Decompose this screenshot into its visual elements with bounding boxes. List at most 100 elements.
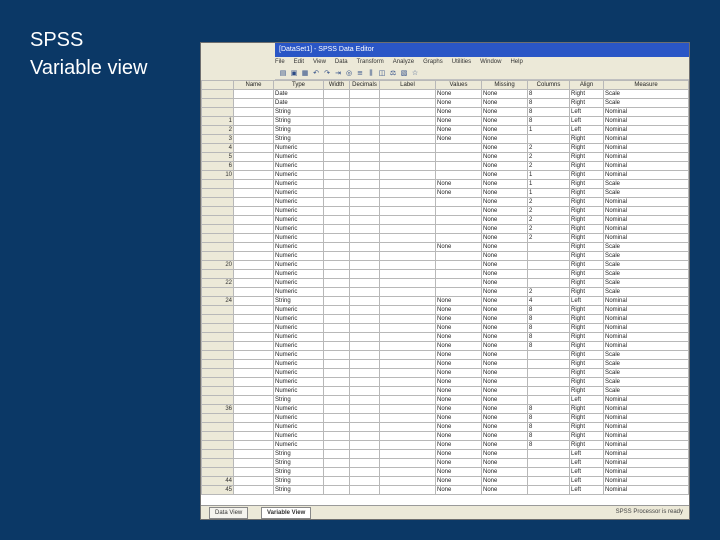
grid-cell[interactable] [323, 206, 350, 216]
grid-cell[interactable]: Right [569, 260, 604, 270]
grid-cell[interactable] [435, 260, 482, 270]
grid-cell[interactable]: Scale [603, 89, 689, 99]
row-number[interactable] [201, 359, 234, 369]
grid-cell[interactable]: Numeric [273, 197, 324, 207]
grid-cell[interactable]: Scale [603, 278, 689, 288]
grid-cell[interactable]: Right [569, 377, 604, 387]
grid-cell[interactable] [323, 440, 350, 450]
row-number[interactable] [201, 467, 234, 477]
grid-cell[interactable] [233, 278, 274, 288]
grid-cell[interactable] [379, 449, 436, 459]
grid-cell[interactable] [527, 467, 570, 477]
grid-cell[interactable]: None [435, 305, 482, 315]
grid-cell[interactable]: Scale [603, 269, 689, 279]
grid-cell[interactable] [349, 161, 380, 171]
grid-cell[interactable] [435, 215, 482, 225]
row-number[interactable] [201, 368, 234, 378]
grid-cell[interactable] [527, 449, 570, 459]
grid-cell[interactable] [349, 314, 380, 324]
grid-cell[interactable] [349, 377, 380, 387]
grid-cell[interactable]: Nominal [603, 485, 689, 495]
grid-cell[interactable]: Date [273, 89, 324, 99]
grid-cell[interactable]: Right [569, 251, 604, 261]
menu-item[interactable]: Help [510, 59, 522, 65]
row-number[interactable] [201, 242, 234, 252]
column-header[interactable]: Width [323, 80, 350, 90]
grid-cell[interactable] [379, 197, 436, 207]
row-number[interactable]: 22 [201, 278, 234, 288]
grid-cell[interactable] [233, 314, 274, 324]
grid-cell[interactable] [379, 350, 436, 360]
grid-cell[interactable]: 2 [527, 287, 570, 297]
grid-cell[interactable]: Nominal [603, 413, 689, 423]
grid-cell[interactable]: 8 [527, 422, 570, 432]
grid-cell[interactable] [349, 368, 380, 378]
grid-cell[interactable]: Numeric [273, 278, 324, 288]
grid-cell[interactable] [349, 404, 380, 414]
grid-cell[interactable]: None [435, 458, 482, 468]
grid-cell[interactable]: None [481, 161, 528, 171]
grid-cell[interactable]: Right [569, 305, 604, 315]
grid-cell[interactable] [323, 197, 350, 207]
grid-cell[interactable]: None [435, 422, 482, 432]
row-number[interactable]: 3 [201, 134, 234, 144]
grid-cell[interactable]: None [481, 125, 528, 135]
grid-cell[interactable]: Nominal [603, 323, 689, 333]
grid-cell[interactable]: None [481, 224, 528, 234]
grid-cell[interactable] [233, 215, 274, 225]
grid-cell[interactable]: String [273, 134, 324, 144]
grid-cell[interactable] [379, 179, 436, 189]
grid-cell[interactable]: None [435, 440, 482, 450]
grid-cell[interactable] [233, 377, 274, 387]
grid-cell[interactable]: Left [569, 395, 604, 405]
grid-cell[interactable] [233, 395, 274, 405]
grid-cell[interactable] [379, 134, 436, 144]
grid-cell[interactable]: None [435, 377, 482, 387]
column-header[interactable]: Type [273, 80, 324, 90]
grid-cell[interactable]: None [481, 197, 528, 207]
grid-cell[interactable]: None [435, 359, 482, 369]
row-number[interactable]: 1 [201, 116, 234, 126]
grid-cell[interactable]: String [273, 476, 324, 486]
grid-cell[interactable]: Nominal [603, 440, 689, 450]
grid-cell[interactable] [323, 143, 350, 153]
grid-cell[interactable] [233, 458, 274, 468]
grid-cell[interactable]: Numeric [273, 269, 324, 279]
grid-cell[interactable] [527, 251, 570, 261]
grid-cell[interactable] [349, 431, 380, 441]
grid-cell[interactable] [379, 404, 436, 414]
grid-cell[interactable]: Right [569, 350, 604, 360]
grid-cell[interactable]: None [481, 323, 528, 333]
grid-cell[interactable] [323, 404, 350, 414]
grid-cell[interactable]: Numeric [273, 341, 324, 351]
grid-cell[interactable]: 2 [527, 206, 570, 216]
grid-cell[interactable]: Left [569, 476, 604, 486]
grid-cell[interactable]: Numeric [273, 233, 324, 243]
grid-cell[interactable]: Numeric [273, 413, 324, 423]
row-number[interactable] [201, 449, 234, 459]
grid-cell[interactable]: 8 [527, 440, 570, 450]
grid-cell[interactable]: None [481, 305, 528, 315]
column-header[interactable]: Label [379, 80, 436, 90]
grid-cell[interactable]: Nominal [603, 107, 689, 117]
grid-cell[interactable] [349, 116, 380, 126]
grid-cell[interactable]: Nominal [603, 395, 689, 405]
row-number[interactable] [201, 350, 234, 360]
grid-cell[interactable] [379, 377, 436, 387]
select-icon[interactable]: ▧ [399, 69, 409, 78]
grid-cell[interactable]: None [481, 485, 528, 495]
grid-cell[interactable] [349, 359, 380, 369]
grid-cell[interactable]: 8 [527, 341, 570, 351]
grid-cell[interactable]: Nominal [603, 332, 689, 342]
grid-cell[interactable]: Right [569, 179, 604, 189]
grid-cell[interactable] [323, 125, 350, 135]
grid-cell[interactable] [233, 197, 274, 207]
grid-cell[interactable]: Left [569, 485, 604, 495]
grid-cell[interactable] [379, 170, 436, 180]
grid-cell[interactable]: String [273, 458, 324, 468]
grid-cell[interactable]: Left [569, 449, 604, 459]
grid-cell[interactable]: 8 [527, 98, 570, 108]
grid-cell[interactable] [233, 116, 274, 126]
grid-cell[interactable] [527, 269, 570, 279]
grid-cell[interactable]: 8 [527, 89, 570, 99]
